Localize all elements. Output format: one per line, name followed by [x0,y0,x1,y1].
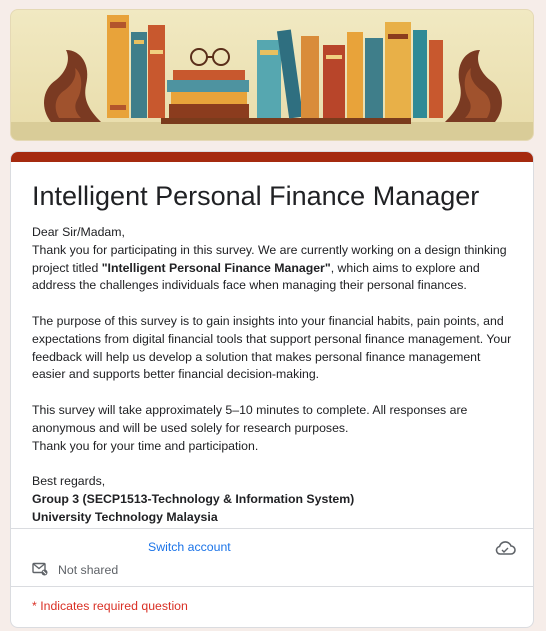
required-question-note: * Indicates required question [32,599,188,613]
closing-text: Best regards, [32,474,106,489]
project-title-bold: "Intelligent Personal Finance Manager" [101,260,331,275]
not-shared-status: Not shared [58,563,119,577]
divider [11,528,533,529]
greeting-text: Dear Sir/Madam, [32,225,125,239]
purpose-text: The purpose of this survey is to gain in… [32,313,512,382]
form-description: Dear Sir/Madam, Thank you for participat… [11,218,533,527]
accent-bar [11,152,533,162]
switch-account-link[interactable]: Switch account [148,540,231,554]
thanks-text: Thank you for your time and participatio… [32,438,259,453]
form-title: Intelligent Personal Finance Manager [32,181,480,211]
signature-group-text: Group 3 (SECP1513-Technology & Informati… [32,491,355,506]
cloud-icon[interactable] [494,540,516,556]
form-header-card: Intelligent Personal Finance Manager Dea… [10,151,534,628]
intro-text: Thank you for participating in this surv… [32,242,512,295]
header-banner-image [10,9,534,141]
signature-group: Group 3 (SECP1513-Technology & Informati… [32,491,512,509]
divider [11,586,533,587]
mail-not-shared-icon [32,562,48,576]
duration-text: This survey will take approximately 5–10… [32,402,468,435]
signature-university-text: University Technology Malaysia [32,509,218,524]
signature-university: University Technology Malaysia [32,509,512,527]
